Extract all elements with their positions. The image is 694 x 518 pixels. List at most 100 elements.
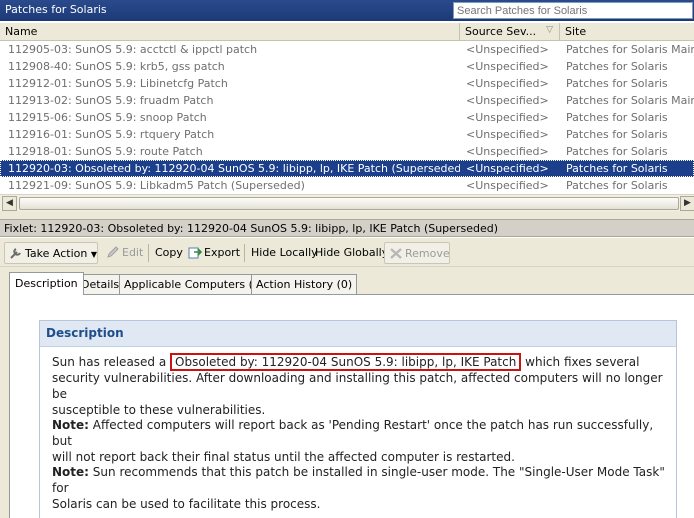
description-pane: Description Sun has released a Obsoleted… — [9, 294, 694, 518]
desc-text: Sun has released a — [52, 355, 167, 369]
scrollbar-thumb[interactable] — [19, 197, 679, 210]
row-severity: <Unspecified> — [466, 60, 549, 73]
row-site: Patches for Solaris — [566, 145, 668, 158]
title-bar: Patches for Solaris — [0, 0, 694, 21]
description-heading-bar: Description — [40, 321, 676, 347]
dropdown-arrow-icon: ▼ — [90, 250, 97, 259]
desc-text: which fixes several — [525, 355, 640, 369]
table-row[interactable]: 112915-06: SunOS 5.9: snoop Patch <Unspec… — [0, 109, 694, 126]
table-row-selected[interactable]: 112920-03: Obsoleted by: 112920-04 SunOS… — [0, 160, 694, 177]
table-row[interactable]: 112912-01: SunOS 5.9: Libinetcfg Patch <U… — [0, 75, 694, 92]
row-severity: <Unspecified> — [466, 162, 549, 175]
toolbar: Take Action ▼ Edit Copy Export Hide Loca… — [0, 238, 694, 267]
table-row[interactable]: 112913-02: SunOS 5.9: fruadm Patch <Unspe… — [0, 92, 694, 109]
table-row[interactable]: 112921-09: SunOS 5.9: Libkadm5 Patch (Su… — [0, 177, 694, 194]
column-name-label: Name — [5, 25, 38, 38]
row-severity: <Unspecified> — [466, 43, 549, 56]
note-text: Sun recommends that this patch be instal… — [52, 465, 665, 495]
content-margin — [0, 295, 9, 518]
row-site: Patches for Solaris Mainter — [566, 43, 694, 56]
row-name: 112915-06: SunOS 5.9: snoop Patch — [8, 111, 207, 124]
row-severity: <Unspecified> — [466, 179, 549, 192]
take-action-label: Take Action — [25, 247, 88, 260]
note-label: Note: — [52, 465, 89, 479]
tab-bar: Description Details Applicable Computers… — [0, 267, 694, 295]
hide-globally-button[interactable]: Hide Globally — [311, 242, 388, 264]
tab-history-label: Action History (0) — [256, 278, 353, 291]
tab-action-history[interactable]: Action History (0) — [251, 274, 358, 294]
row-severity: <Unspecified> — [466, 145, 549, 158]
table-row[interactable]: 112908-40: SunOS 5.9: krb5, gss patch <Un… — [0, 58, 694, 75]
patch-list: 112905-03: SunOS 5.9: acctctl & ippctl p… — [0, 41, 694, 194]
row-name: 112908-40: SunOS 5.9: krb5, gss patch — [8, 60, 225, 73]
column-header-severity[interactable]: Source Sev... ▽ — [460, 23, 560, 41]
row-site: Patches for Solaris — [566, 111, 668, 124]
column-header-site[interactable]: Site — [560, 23, 694, 41]
take-action-button[interactable]: Take Action ▼ — [4, 242, 98, 264]
tab-applicable-computers[interactable]: Applicable Computers (0) — [119, 274, 270, 294]
row-name: 112916-01: SunOS 5.9: rtquery Patch — [8, 128, 215, 141]
hide-globally-label: Hide Globally — [315, 246, 389, 259]
tab-details-label: Details — [81, 278, 120, 291]
row-site: Patches for Solaris Mainter — [566, 94, 694, 107]
scroll-left-icon[interactable]: ◀ — [2, 196, 17, 211]
description-paragraph: Sun has released a Obsoleted by: 112920-… — [52, 353, 672, 418]
row-site: Patches for Solaris — [566, 179, 668, 192]
wrench-icon — [10, 248, 21, 259]
row-name: 112913-02: SunOS 5.9: fruadm Patch — [8, 94, 214, 107]
row-site: Patches for Solaris — [566, 162, 668, 175]
hide-locally-button[interactable]: Hide Locally — [247, 242, 318, 264]
edit-label: Edit — [122, 246, 144, 259]
export-button[interactable]: Export — [184, 242, 242, 264]
edit-button[interactable]: Edit — [102, 242, 146, 264]
row-name: 112918-01: SunOS 5.9: route Patch — [8, 145, 203, 158]
row-severity: <Unspecified> — [466, 77, 549, 90]
row-name: 112920-03: Obsoleted by: 112920-04 SunOS… — [8, 162, 460, 175]
search-input[interactable] — [453, 2, 693, 19]
tab-applicable-label: Applicable Computers (0) — [124, 278, 265, 291]
tab-description[interactable]: Description — [9, 272, 84, 295]
table-row[interactable]: 112916-01: SunOS 5.9: rtquery Patch <Unsp… — [0, 126, 694, 143]
row-name: 112905-03: SunOS 5.9: acctctl & ippctl p… — [8, 43, 258, 56]
sort-down-icon: ▽ — [546, 25, 553, 35]
remove-button[interactable]: Remove — [384, 242, 450, 264]
note-paragraph: Note: Sun recommends that this patch be … — [52, 464, 672, 512]
export-icon — [188, 247, 202, 259]
note-text: will not report back their final status … — [52, 450, 515, 464]
table-row[interactable]: 112918-01: SunOS 5.9: route Patch <Unspec… — [0, 143, 694, 160]
copy-label: Copy — [155, 246, 183, 259]
column-header-name[interactable]: Name — [0, 23, 460, 41]
copy-button[interactable]: Copy — [151, 242, 183, 264]
pencil-icon — [107, 246, 119, 258]
row-severity: <Unspecified> — [466, 94, 549, 107]
note-text: Solaris can be used to facilitate this p… — [52, 497, 321, 511]
row-site: Patches for Solaris — [566, 77, 668, 90]
note-label: Note: — [52, 418, 89, 432]
desc-text: security vulnerabilities. After download… — [52, 371, 663, 401]
splitter[interactable] — [0, 211, 694, 219]
column-severity-label: Source Sev... — [465, 25, 537, 38]
note-paragraph: Note: Affected computers will report bac… — [52, 417, 672, 465]
toolbar-divider — [148, 244, 149, 262]
row-site: Patches for Solaris — [566, 60, 668, 73]
hide-locally-label: Hide Locally — [251, 246, 318, 259]
tab-description-label: Description — [15, 277, 78, 290]
fixlet-title: Fixlet: 112920-03: Obsoleted by: 112920-… — [4, 222, 498, 235]
description-box: Description Sun has released a Obsoleted… — [39, 320, 677, 518]
row-severity: <Unspecified> — [466, 111, 549, 124]
toolbar-divider — [244, 244, 245, 262]
row-name: 112921-09: SunOS 5.9: Libkadm5 Patch (Su… — [8, 179, 305, 192]
horizontal-scrollbar[interactable]: ◀ ▶ — [0, 194, 694, 211]
remove-x-icon — [390, 248, 402, 259]
column-site-label: Site — [565, 25, 587, 38]
row-name: 112912-01: SunOS 5.9: Libinetcfg Patch — [8, 77, 228, 90]
fixlet-header: Fixlet: 112920-03: Obsoleted by: 112920-… — [0, 219, 694, 237]
table-row[interactable]: 112905-03: SunOS 5.9: acctctl & ippctl p… — [0, 41, 694, 58]
description-heading: Description — [46, 326, 124, 340]
export-label: Export — [204, 246, 241, 259]
highlighted-patch-name: Obsoleted by: 112920-04 SunOS 5.9: libip… — [170, 353, 522, 371]
scroll-right-icon[interactable]: ▶ — [680, 196, 694, 211]
row-severity: <Unspecified> — [466, 128, 549, 141]
window-title: Patches for Solaris — [5, 3, 107, 16]
desc-text: susceptible to these vulnerabilities. — [52, 403, 266, 417]
